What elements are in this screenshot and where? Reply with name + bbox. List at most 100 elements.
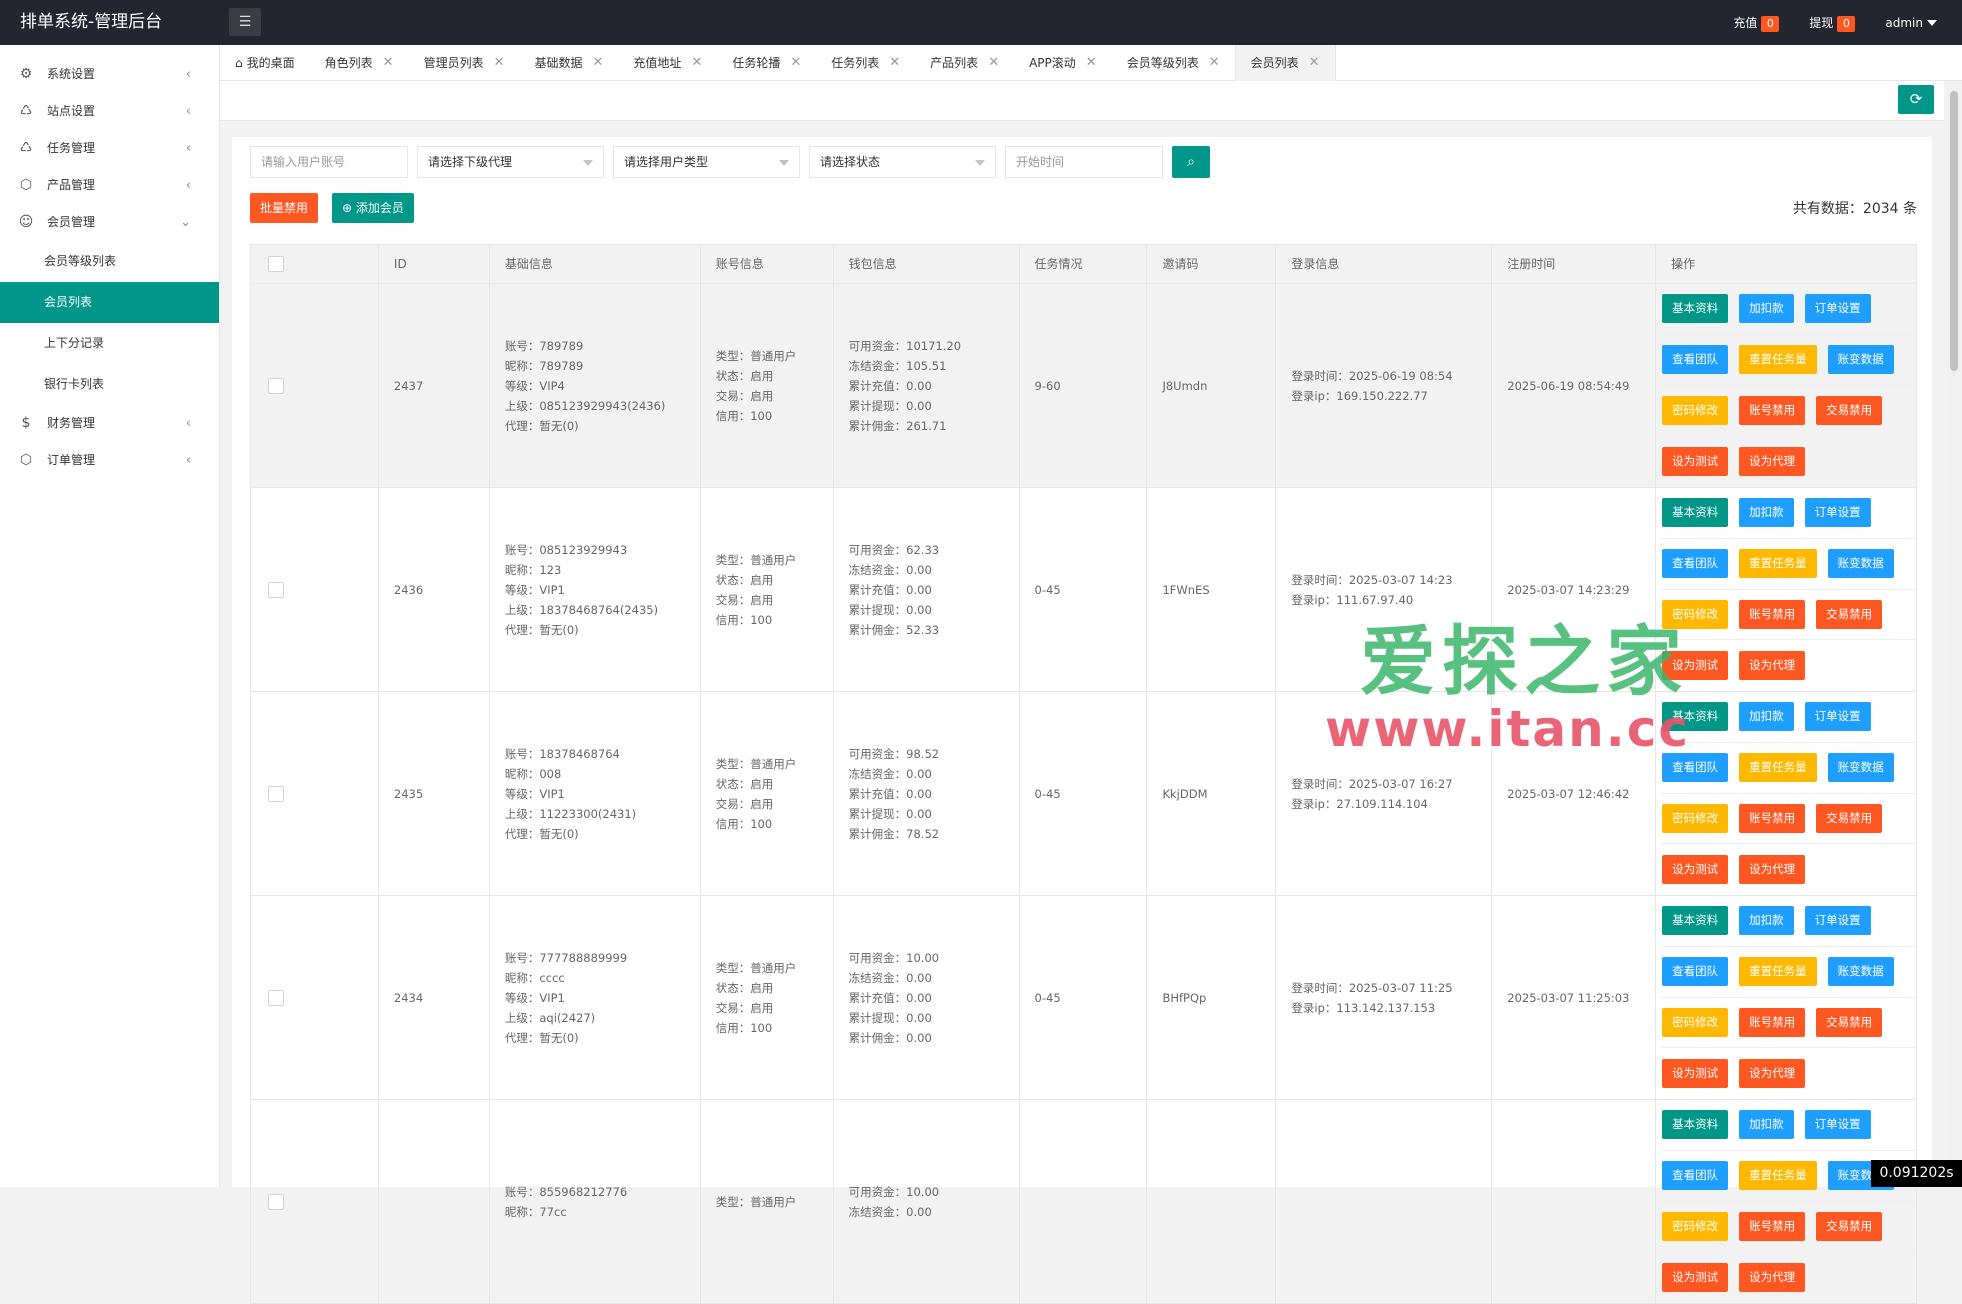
operation-button[interactable]: 加扣款 <box>1739 906 1794 936</box>
operation-button[interactable]: 订单设置 <box>1804 294 1871 324</box>
close-icon[interactable]: ✕ <box>691 45 702 81</box>
operation-button[interactable]: 设为测试 <box>1662 1059 1729 1089</box>
withdraw-link[interactable]: 提现 0 <box>1809 14 1856 32</box>
operation-button[interactable]: 交易禁用 <box>1816 599 1883 629</box>
tab-basic-data[interactable]: 基础数据 ✕ <box>519 45 618 81</box>
operation-button[interactable]: 密码修改 <box>1662 803 1729 833</box>
scrollbar[interactable] <box>1946 81 1962 1187</box>
operation-button[interactable]: 密码修改 <box>1662 395 1729 425</box>
recharge-link[interactable]: 充值 0 <box>1733 14 1780 32</box>
operation-button[interactable]: 加扣款 <box>1739 1110 1794 1140</box>
tab-member-list[interactable]: 会员列表 ✕ <box>1234 45 1336 81</box>
sidebar-item-task[interactable]: ♺ 任务管理 ‹ <box>0 130 219 167</box>
row-checkbox[interactable] <box>268 1193 284 1210</box>
scrollbar-thumb[interactable] <box>1950 91 1958 371</box>
operation-button[interactable]: 密码修改 <box>1662 1211 1729 1241</box>
operation-button[interactable]: 重置任务量 <box>1739 345 1817 375</box>
operation-button[interactable]: 设为测试 <box>1662 855 1729 885</box>
close-icon[interactable]: ✕ <box>1309 45 1320 81</box>
operation-button[interactable]: 交易禁用 <box>1816 1007 1883 1037</box>
operation-button[interactable]: 设为测试 <box>1662 1263 1729 1293</box>
row-checkbox[interactable] <box>268 785 284 802</box>
operation-button[interactable]: 基本资料 <box>1662 702 1729 732</box>
operation-button[interactable]: 基本资料 <box>1662 906 1729 936</box>
operation-button[interactable]: 账号禁用 <box>1739 395 1806 425</box>
sidebar-item-site[interactable]: ♺ 站点设置 ‹ <box>0 93 219 130</box>
agent-select[interactable]: 请选择下级代理 <box>417 146 604 178</box>
tab-desktop[interactable]: ⌂ 我的桌面 <box>220 45 310 81</box>
row-checkbox[interactable] <box>268 581 284 598</box>
operation-button[interactable]: 交易禁用 <box>1816 803 1883 833</box>
operation-button[interactable]: 重置任务量 <box>1739 1161 1817 1191</box>
user-type-select[interactable]: 请选择用户类型 <box>613 146 800 178</box>
operation-button[interactable]: 密码修改 <box>1662 1007 1729 1037</box>
operation-button[interactable]: 账号禁用 <box>1739 1211 1806 1241</box>
operation-button[interactable]: 设为代理 <box>1739 855 1806 885</box>
operation-button[interactable]: 重置任务量 <box>1739 957 1817 987</box>
start-time-input[interactable]: 开始时间 <box>1005 146 1163 178</box>
operation-button[interactable]: 重置任务量 <box>1739 753 1817 783</box>
tab-task-list[interactable]: 任务列表 ✕ <box>816 45 915 81</box>
close-icon[interactable]: ✕ <box>1086 45 1097 81</box>
operation-button[interactable]: 账变数据 <box>1827 549 1894 579</box>
row-checkbox[interactable] <box>268 377 284 394</box>
tab-task-carousel[interactable]: 任务轮播 ✕ <box>717 45 816 81</box>
operation-button[interactable]: 账变数据 <box>1827 957 1894 987</box>
operation-button[interactable]: 加扣款 <box>1739 294 1794 324</box>
operation-button[interactable]: 账号禁用 <box>1739 803 1806 833</box>
close-icon[interactable]: ✕ <box>593 45 604 81</box>
operation-button[interactable]: 基本资料 <box>1662 294 1729 324</box>
operation-button[interactable]: 账号禁用 <box>1739 599 1806 629</box>
tab-roles[interactable]: 角色列表 ✕ <box>310 45 409 81</box>
operation-button[interactable]: 设为代理 <box>1739 1059 1806 1089</box>
tab-app-scroll[interactable]: APP滚动 ✕ <box>1014 45 1112 81</box>
sidebar-sub-member-list[interactable]: 会员列表 <box>0 282 219 323</box>
tab-member-level[interactable]: 会员等级列表 ✕ <box>1112 45 1235 81</box>
sidebar-sub-member-level[interactable]: 会员等级列表 <box>0 241 219 282</box>
operation-button[interactable]: 加扣款 <box>1739 702 1794 732</box>
operation-button[interactable]: 设为测试 <box>1662 447 1729 477</box>
row-checkbox[interactable] <box>268 989 284 1006</box>
tab-product-list[interactable]: 产品列表 ✕ <box>915 45 1014 81</box>
tab-admins[interactable]: 管理员列表 ✕ <box>409 45 520 81</box>
search-button[interactable]: ⌕ <box>1172 146 1210 178</box>
bulk-disable-button[interactable]: 批量禁用 <box>250 193 319 223</box>
operation-button[interactable]: 订单设置 <box>1804 906 1871 936</box>
user-menu[interactable]: admin <box>1885 16 1937 30</box>
refresh-button[interactable]: ⟳ <box>1898 85 1934 114</box>
sidebar-item-system[interactable]: ⚙ 系统设置 ‹ <box>0 56 219 93</box>
sidebar-item-member[interactable]: ☺ 会员管理 ⌄ <box>0 204 219 241</box>
add-member-button[interactable]: ⊕ 添加会员 <box>332 193 414 223</box>
operation-button[interactable]: 订单设置 <box>1804 1110 1871 1140</box>
status-select[interactable]: 请选择状态 <box>809 146 996 178</box>
sidebar-item-product[interactable]: ⬡ 产品管理 ‹ <box>0 167 219 204</box>
operation-button[interactable]: 基本资料 <box>1662 498 1729 528</box>
menu-toggle-button[interactable]: ☰ <box>229 8 261 36</box>
close-icon[interactable]: ✕ <box>790 45 801 81</box>
operation-button[interactable]: 查看团队 <box>1662 345 1729 375</box>
operation-button[interactable]: 交易禁用 <box>1816 395 1883 425</box>
operation-button[interactable]: 查看团队 <box>1662 549 1729 579</box>
close-icon[interactable]: ✕ <box>494 45 505 81</box>
operation-button[interactable]: 查看团队 <box>1662 1161 1729 1191</box>
operation-button[interactable]: 账变数据 <box>1827 753 1894 783</box>
operation-button[interactable]: 加扣款 <box>1739 498 1794 528</box>
sidebar-item-finance[interactable]: $ 财务管理 ‹ <box>0 405 219 442</box>
operation-button[interactable]: 基本资料 <box>1662 1110 1729 1140</box>
operation-button[interactable]: 查看团队 <box>1662 753 1729 783</box>
close-icon[interactable]: ✕ <box>889 45 900 81</box>
operation-button[interactable]: 账变数据 <box>1827 345 1894 375</box>
account-search-input[interactable]: 请输入用户账号 <box>250 146 408 178</box>
operation-button[interactable]: 交易禁用 <box>1816 1211 1883 1241</box>
operation-button[interactable]: 查看团队 <box>1662 957 1729 987</box>
operation-button[interactable]: 设为代理 <box>1739 651 1806 681</box>
close-icon[interactable]: ✕ <box>988 45 999 81</box>
operation-button[interactable]: 设为测试 <box>1662 651 1729 681</box>
close-icon[interactable]: ✕ <box>383 45 394 81</box>
operation-button[interactable]: 订单设置 <box>1804 498 1871 528</box>
tab-recharge-address[interactable]: 充值地址 ✕ <box>618 45 717 81</box>
operation-button[interactable]: 订单设置 <box>1804 702 1871 732</box>
operation-button[interactable]: 重置任务量 <box>1739 549 1817 579</box>
operation-button[interactable]: 密码修改 <box>1662 599 1729 629</box>
close-icon[interactable]: ✕ <box>1209 45 1220 81</box>
